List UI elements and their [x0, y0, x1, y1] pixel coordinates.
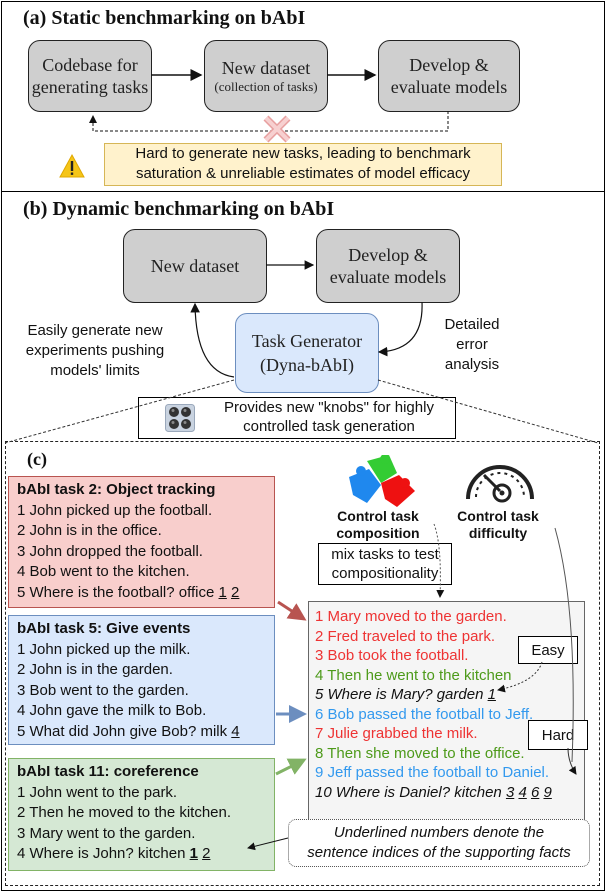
arrow-composition-to-story — [433, 523, 445, 598]
zoom-line-right — [377, 379, 599, 444]
arrow-difficulty-line — [554, 527, 574, 763]
arrow-models-to-generator — [377, 301, 423, 357]
arrow-task11-to-story — [275, 758, 307, 776]
cross-icon — [263, 115, 291, 143]
arrow-easy-to-q5 — [497, 661, 543, 693]
arrow-footnote-to-task11 — [247, 837, 289, 851]
arrow-generator-to-dataset — [190, 302, 235, 378]
connectors — [4, 69, 599, 851]
arrow-task2-to-story — [277, 600, 307, 621]
zoom-line-left — [4, 379, 235, 444]
